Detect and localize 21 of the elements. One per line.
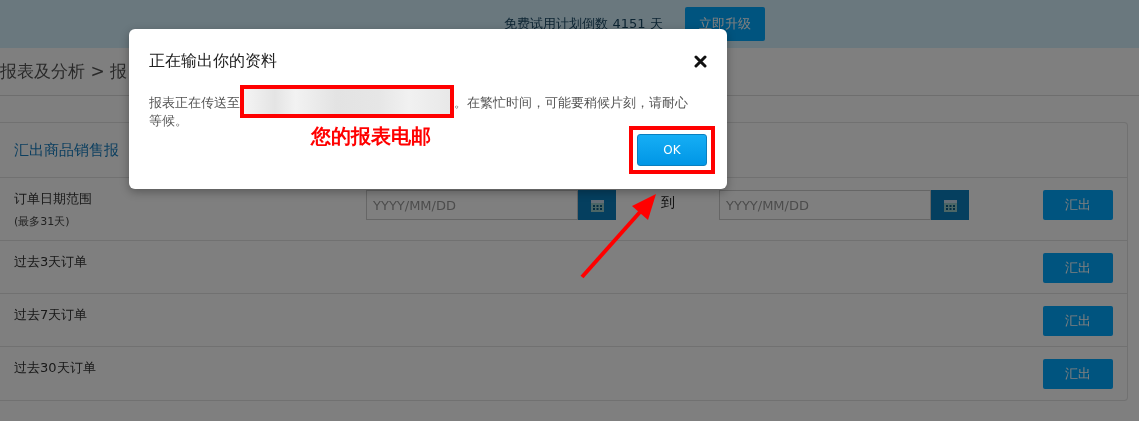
range-separator: 到 xyxy=(659,194,676,212)
row-label: 过去7天订单 xyxy=(14,306,89,324)
row-label: 过去30天订单 xyxy=(14,359,97,377)
calendar-icon xyxy=(943,198,957,212)
calendar-button[interactable] xyxy=(578,190,616,220)
ok-button[interactable]: OK xyxy=(637,134,707,166)
export-button[interactable]: 汇出 xyxy=(1043,190,1113,220)
row-note: (最多31天) xyxy=(14,214,71,229)
close-icon xyxy=(694,54,707,68)
export-button[interactable]: 汇出 xyxy=(1043,253,1113,283)
export-button[interactable]: 汇出 xyxy=(1043,306,1113,336)
dialog-title: 正在输出你的资料 xyxy=(149,50,277,72)
export-button[interactable]: 汇出 xyxy=(1043,359,1113,389)
row-label: 订单日期范围 xyxy=(14,190,93,208)
calendar-button[interactable] xyxy=(931,190,969,220)
close-button[interactable] xyxy=(694,54,707,68)
row-label: 过去3天订单 xyxy=(14,253,89,271)
breadcrumb: 报表及分析 > 报 xyxy=(0,60,128,83)
trial-countdown: 免费试用计划倒数 4151 天 xyxy=(504,15,663,33)
card-title: 汇出商品销售报 xyxy=(14,140,119,160)
calendar-icon xyxy=(590,198,604,212)
